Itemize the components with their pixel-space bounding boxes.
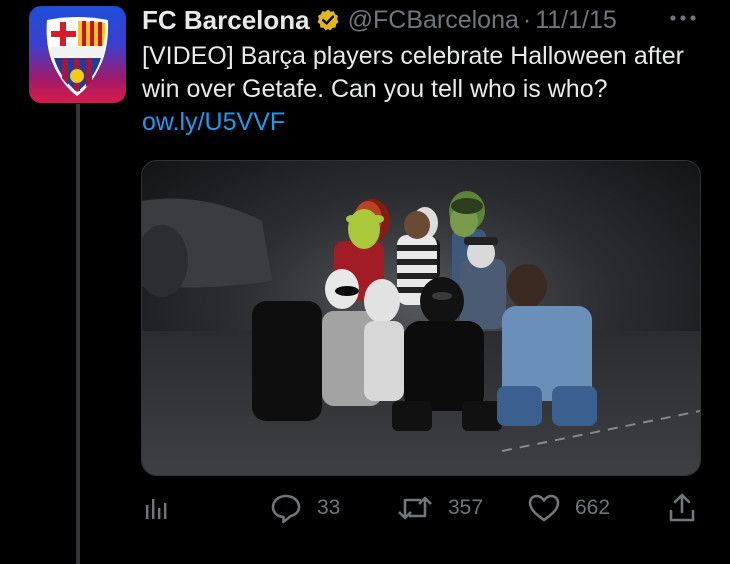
reply-button[interactable]: 33 xyxy=(269,488,340,528)
verified-badge-icon xyxy=(316,8,340,32)
heart-icon xyxy=(528,494,560,522)
reply-icon xyxy=(271,494,301,524)
like-button[interactable]: 662 xyxy=(527,488,610,528)
more-icon[interactable] xyxy=(666,8,700,28)
tweet-header: FC Barcelona @FCBarcelona · 11/1/15 xyxy=(142,4,617,36)
bar-chart-icon xyxy=(146,499,167,519)
retweet-icon xyxy=(398,496,432,520)
tweet-actions: 33 357 662 xyxy=(141,488,701,528)
separator: · xyxy=(522,5,532,34)
avatar[interactable] xyxy=(29,6,126,103)
retweet-count: 357 xyxy=(448,496,484,519)
share-icon xyxy=(669,493,695,522)
reply-count: 33 xyxy=(317,496,341,519)
tweet-text: [VIDEO] Barça players celebrate Hallowee… xyxy=(142,40,712,139)
thread-line xyxy=(76,104,80,564)
photo-icon xyxy=(142,161,700,475)
tweet-date[interactable]: 11/1/15 xyxy=(535,6,617,35)
analytics-button[interactable] xyxy=(141,488,171,528)
tweet-body: [VIDEO] Barça players celebrate Hallowee… xyxy=(142,42,684,103)
retweet-button[interactable]: 357 xyxy=(396,488,483,528)
handle[interactable]: @FCBarcelona xyxy=(348,6,519,35)
display-name[interactable]: FC Barcelona xyxy=(142,5,310,36)
tweet-link[interactable]: ow.ly/U5VVF xyxy=(142,108,285,136)
fcb-crest-icon xyxy=(46,17,109,96)
share-button[interactable] xyxy=(667,488,697,528)
tweet-media-photo[interactable] xyxy=(141,160,701,476)
like-count: 662 xyxy=(575,496,611,519)
